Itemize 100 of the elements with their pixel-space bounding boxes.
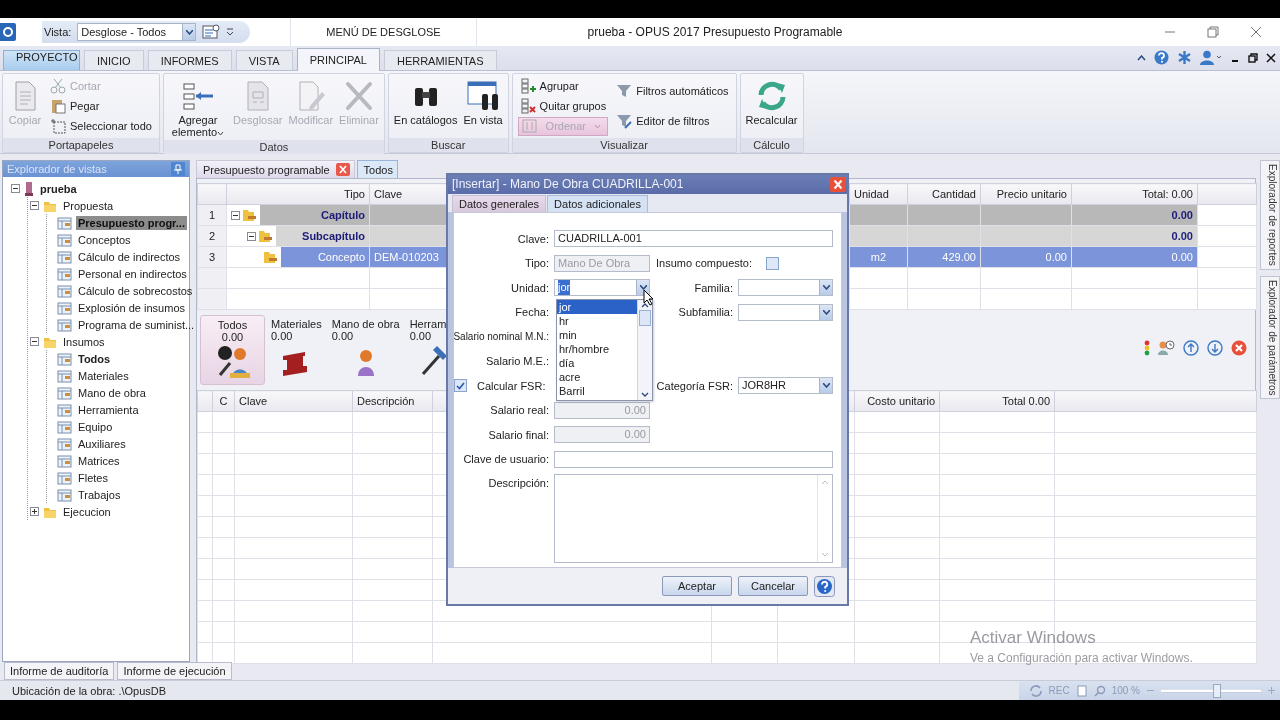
- chevron-down-icon[interactable]: [822, 383, 830, 389]
- user-icon[interactable]: [1200, 50, 1222, 65]
- caret-icon[interactable]: [226, 28, 235, 36]
- dialog-tab[interactable]: Datos adicionales: [547, 195, 648, 212]
- unit-dropdown[interactable]: jor: [554, 279, 650, 297]
- tree-item[interactable]: Cálculo de sobrecostos: [76, 283, 195, 298]
- tree-item[interactable]: Trabajos: [76, 487, 123, 502]
- expand-toggle[interactable]: [30, 337, 39, 346]
- collapse-icon[interactable]: [1137, 54, 1146, 61]
- scrollbar[interactable]: [637, 300, 652, 400]
- arrow-up-icon[interactable]: [1183, 340, 1199, 356]
- category-button[interactable]: Todos 0.00: [200, 315, 265, 385]
- tree-item[interactable]: Conceptos: [76, 232, 133, 247]
- dropdown-option[interactable]: Barril: [557, 384, 637, 398]
- ribbon-button[interactable]: Agrupar: [517, 76, 609, 96]
- traffic-light-icon[interactable]: [1144, 340, 1150, 356]
- scroll-down-icon[interactable]: [641, 392, 649, 398]
- bottom-tab[interactable]: Informe de ejecución: [117, 662, 232, 680]
- search-icon[interactable]: [1093, 684, 1106, 697]
- chevron-down-icon[interactable]: [185, 29, 193, 35]
- arrow-down-icon[interactable]: [1207, 340, 1223, 356]
- column-header[interactable]: Descripción: [352, 390, 433, 412]
- tree-item[interactable]: Ejecucion: [61, 504, 113, 519]
- side-tab[interactable]: Explorador de reportes: [1260, 160, 1280, 270]
- restore-icon[interactable]: [1248, 52, 1258, 63]
- pin-icon[interactable]: [171, 162, 185, 176]
- dropdown-option[interactable]: min: [557, 328, 637, 342]
- dropdown-option[interactable]: acre: [557, 370, 637, 384]
- column-header[interactable]: Cantidad: [907, 183, 981, 205]
- dialog-button[interactable]: Cancelar: [738, 576, 808, 596]
- ribbon-tab[interactable]: INICIO: [84, 50, 144, 70]
- tree-item[interactable]: Matrices: [76, 453, 122, 468]
- tree-item[interactable]: Todos: [76, 351, 113, 366]
- tree-item[interactable]: Explosión de insumos: [76, 300, 187, 315]
- expand-toggle[interactable]: [30, 507, 39, 516]
- column-header[interactable]: Clave: [234, 390, 353, 412]
- expand-toggle[interactable]: [30, 201, 39, 210]
- delete-icon[interactable]: [1231, 340, 1247, 356]
- category-dropdown[interactable]: JOR8HR: [738, 377, 833, 395]
- tree-item[interactable]: Propuesta: [61, 198, 116, 213]
- bottom-tab[interactable]: Informe de auditoría: [4, 662, 115, 680]
- ribbon-button[interactable]: Editor de filtros: [614, 111, 731, 131]
- ribbon-tab[interactable]: INFORMES: [147, 50, 232, 70]
- category-button[interactable]: Mano de obra 0.00: [327, 315, 404, 385]
- ribbon-tab[interactable]: HERRAMIENTAS: [383, 50, 497, 70]
- view-dropdown[interactable]: Desglose - Todos: [77, 23, 197, 41]
- tree-item[interactable]: Programa de suminist...: [76, 317, 197, 332]
- ribbon-button[interactable]: Agregar elemento: [166, 76, 229, 138]
- input-field[interactable]: CUADRILLA-001: [554, 230, 833, 248]
- worker-clock-icon[interactable]: [1158, 340, 1175, 356]
- layout-icon[interactable]: [202, 24, 221, 40]
- chevron-down-icon[interactable]: [639, 285, 647, 291]
- column-header[interactable]: Tipo: [226, 183, 370, 205]
- ribbon-button[interactable]: En vista: [461, 76, 505, 136]
- tree-item[interactable]: Personal en indirectos: [76, 266, 189, 281]
- checkbox[interactable]: [766, 256, 779, 270]
- refresh-icon[interactable]: [1028, 684, 1043, 697]
- close-icon[interactable]: [1266, 52, 1276, 63]
- input-field[interactable]: [554, 450, 833, 468]
- app-logo-icon[interactable]: [0, 23, 16, 41]
- dropdown-option[interactable]: jor: [557, 300, 637, 314]
- column-header[interactable]: Precio unitario: [980, 183, 1072, 205]
- help-icon[interactable]: [1154, 50, 1169, 65]
- tree-item[interactable]: Auxiliares: [76, 436, 128, 451]
- ribbon-button[interactable]: Filtros automáticos: [614, 81, 731, 101]
- column-header[interactable]: C: [212, 390, 235, 412]
- ribbon-button[interactable]: Seleccionar todo: [48, 116, 154, 136]
- dropdown-option[interactable]: día: [557, 356, 637, 370]
- ribbon-tab[interactable]: PROYECTO: [3, 50, 80, 70]
- expand-toggle[interactable]: [11, 184, 20, 193]
- ribbon-button[interactable]: Quitar grupos: [517, 96, 609, 116]
- dialog-tab[interactable]: Datos generales: [452, 195, 547, 212]
- column-header[interactable]: Total: 0.00: [1071, 183, 1198, 205]
- tree-item[interactable]: Presupuesto progr...: [76, 215, 187, 230]
- ribbon-tab[interactable]: PRINCIPAL: [296, 48, 380, 71]
- document-tab[interactable]: Presupuesto programable: [196, 160, 355, 178]
- dialog-button[interactable]: Aceptar: [662, 576, 732, 596]
- column-header[interactable]: Unidad: [849, 183, 908, 205]
- category-button[interactable]: Materiales 0.00: [267, 315, 326, 385]
- document-tab[interactable]: Todos: [356, 160, 398, 178]
- tree-item[interactable]: Materiales: [76, 368, 131, 383]
- checkbox[interactable]: [454, 379, 467, 393]
- ribbon-button[interactable]: Recalcular: [743, 76, 800, 136]
- ribbon-button[interactable]: En catálogos: [391, 76, 460, 136]
- help-icon[interactable]: [814, 575, 835, 597]
- tree-item[interactable]: prueba: [38, 181, 79, 196]
- scroll-thumb[interactable]: [639, 310, 651, 326]
- column-header[interactable]: Total 0.00: [939, 390, 1055, 412]
- ribbon-tab[interactable]: VISTA: [235, 50, 293, 70]
- chevron-down-icon[interactable]: [822, 309, 830, 315]
- tree-item[interactable]: Insumos: [61, 334, 107, 349]
- tree-item[interactable]: Fletes: [76, 470, 110, 485]
- dropdown-option[interactable]: hr/hombre: [557, 342, 637, 356]
- ribbon-button[interactable]: Pegar: [48, 96, 154, 116]
- chevron-down-icon[interactable]: [822, 285, 830, 291]
- dropdown-option[interactable]: hr: [557, 314, 637, 328]
- tree-item[interactable]: Cálculo de indirectos: [76, 249, 183, 264]
- expand-toggle[interactable]: [231, 210, 240, 220]
- asterisk-icon[interactable]: [1177, 50, 1192, 65]
- tree-item[interactable]: Mano de obra: [76, 385, 148, 400]
